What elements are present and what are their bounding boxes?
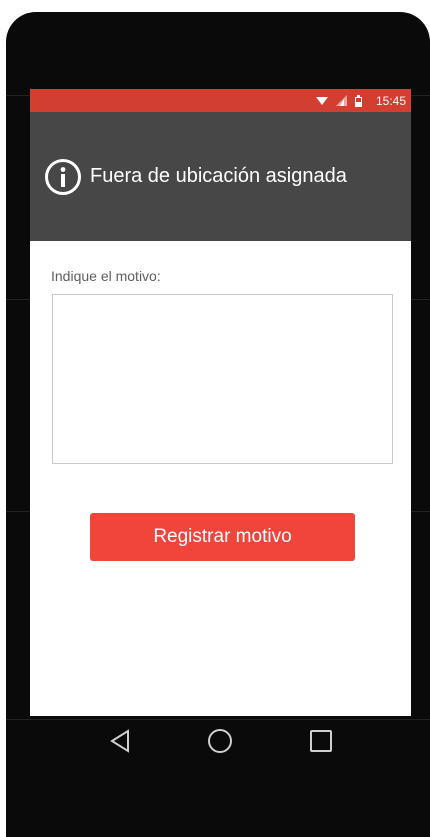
reason-textarea[interactable] [52,294,393,464]
reason-label: Indique el motivo: [51,268,161,284]
status-bar: 15:45 [30,89,411,112]
info-icon [44,158,82,196]
status-time: 15:45 [375,93,406,108]
android-navbar [30,716,411,766]
app-header: Fuera de ubicación asignada [30,112,411,241]
page-title: Fuera de ubicación asignada [90,165,347,187]
battery-icon [354,94,362,107]
recents-icon[interactable] [307,727,335,755]
back-icon[interactable] [106,727,134,755]
app-screen: 15:45 Fuera de ubicación asignada Indiqu… [30,89,411,716]
wifi-icon [315,96,328,106]
signal-icon [335,95,347,106]
register-reason-button[interactable]: Registrar motivo [90,513,355,561]
home-icon[interactable] [206,727,234,755]
